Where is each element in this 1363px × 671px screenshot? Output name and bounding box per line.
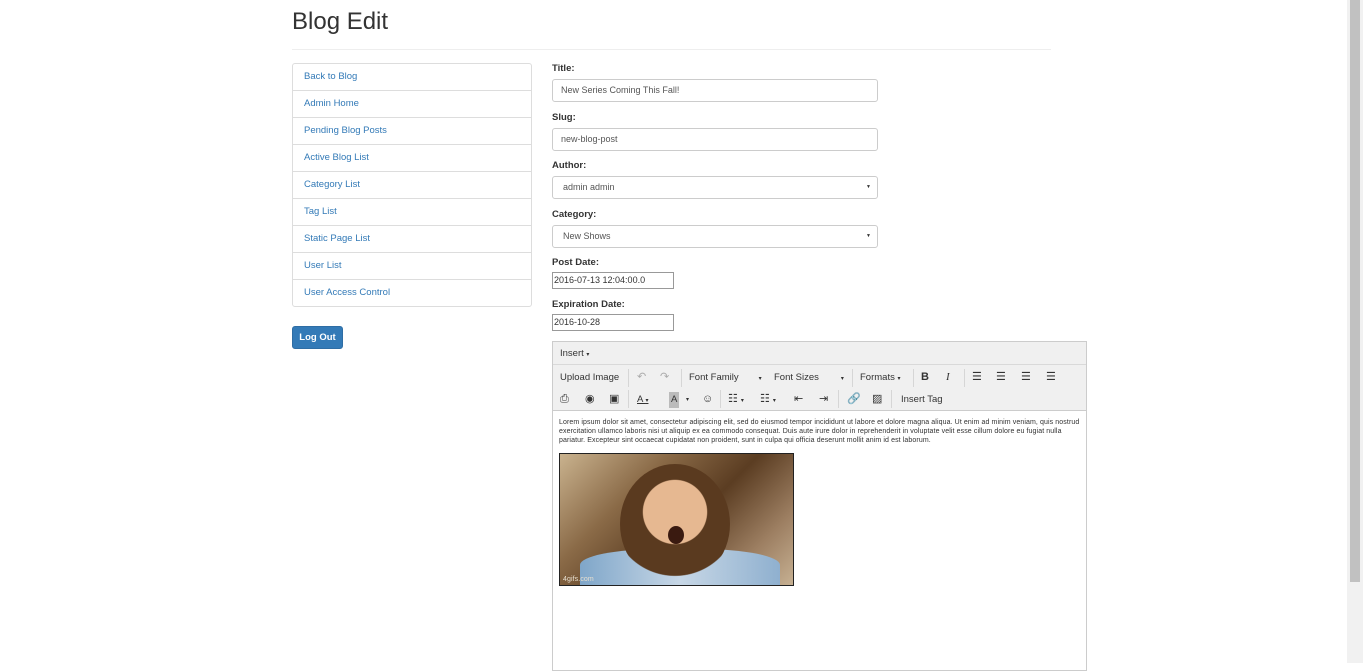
redo-icon[interactable]: ↷ — [660, 369, 669, 385]
image-mouth — [668, 526, 684, 544]
slug-label: Slug: — [552, 112, 576, 123]
media-icon[interactable]: ▣ — [609, 391, 619, 407]
editor-toolbar: Upload Image ↶ ↷ Font Family ▾ Font Sizes… — [553, 365, 1086, 411]
author-select[interactable]: admin admin ▼ — [552, 176, 878, 199]
bullet-list-icon[interactable]: ☷ ▾ — [728, 391, 744, 409]
post-date-input[interactable]: 2016-07-13 12:04:00.0 — [552, 272, 674, 289]
editor-content[interactable]: Lorem ipsum dolor sit amet, consectetur … — [553, 411, 1086, 593]
nav-tag-list[interactable]: Tag List — [292, 198, 532, 226]
insert-menu[interactable]: Insert ▾ — [560, 348, 589, 359]
expiration-date-input[interactable]: 2016-10-28 — [552, 314, 674, 331]
toolbar-separator — [852, 369, 853, 387]
post-date-label: Post Date: — [552, 257, 599, 268]
body-paragraph: Lorem ipsum dolor sit amet, consectetur … — [559, 419, 1080, 444]
image-face — [620, 464, 730, 584]
toolbar-separator — [720, 390, 721, 408]
slug-input[interactable]: new-blog-post — [552, 128, 878, 151]
chevron-down-icon: ▼ — [866, 184, 871, 190]
scrollbar-thumb[interactable] — [1350, 0, 1360, 582]
toolbar-separator — [964, 369, 965, 387]
align-right-icon[interactable]: ☰ — [1021, 369, 1031, 385]
nav-category-list[interactable]: Category List — [292, 171, 532, 199]
background-color-icon[interactable]: A — [669, 392, 680, 408]
toolbar-separator — [913, 369, 914, 387]
indent-icon[interactable]: ⇥ — [819, 391, 828, 407]
print-icon[interactable]: ⎙ — [560, 391, 569, 407]
italic-icon[interactable]: I — [946, 369, 950, 385]
toolbar-separator — [838, 390, 839, 408]
nav-admin-home[interactable]: Admin Home — [292, 90, 532, 118]
nav-pending-blog-posts[interactable]: Pending Blog Posts — [292, 117, 532, 145]
align-justify-icon[interactable]: ☰ — [1046, 369, 1056, 385]
toolbar-separator — [628, 390, 629, 408]
page-title: Blog Edit — [292, 8, 389, 35]
undo-icon[interactable]: ↶ — [637, 369, 646, 385]
author-label: Author: — [552, 160, 587, 171]
title-input[interactable]: New Series Coming This Fall! — [552, 79, 878, 102]
link-icon[interactable]: 🔗 — [847, 391, 861, 407]
title-label: Title: — [552, 63, 575, 74]
editor-menubar: Insert ▾ — [553, 342, 1086, 365]
chevron-down-icon[interactable]: ▾ — [686, 392, 689, 408]
align-left-icon[interactable]: ☰ — [972, 369, 982, 385]
formats-select[interactable]: Formats ▾ — [860, 370, 901, 387]
image-watermark: 4gifs.com — [563, 576, 594, 583]
font-sizes-select[interactable]: Font Sizes ▾ — [774, 370, 844, 387]
logout-button[interactable]: Log Out — [292, 326, 343, 349]
image-icon[interactable]: ▨ — [872, 391, 882, 407]
embedded-image[interactable]: 4gifs.com — [559, 453, 794, 586]
category-label: Category: — [552, 209, 597, 220]
font-family-select[interactable]: Font Family ▾ — [689, 370, 762, 387]
title-divider — [292, 49, 1051, 50]
insert-tag-button[interactable]: Insert Tag — [901, 392, 943, 408]
numbered-list-icon[interactable]: ☷ ▾ — [760, 391, 776, 409]
nav-active-blog-list[interactable]: Active Blog List — [292, 144, 532, 172]
admin-nav: Back to Blog Admin Home Pending Blog Pos… — [292, 63, 532, 307]
outdent-icon[interactable]: ⇤ — [794, 391, 803, 407]
bold-icon[interactable]: B — [921, 369, 929, 385]
chevron-down-icon: ▼ — [866, 233, 871, 239]
toolbar-separator — [628, 369, 629, 387]
page-scrollbar[interactable] — [1347, 0, 1363, 663]
rich-text-editor: Insert ▾ Upload Image ↶ ↷ Font Family ▾ F… — [552, 341, 1087, 671]
emoticon-icon[interactable]: ☺ — [702, 391, 713, 407]
nav-static-page-list[interactable]: Static Page List — [292, 225, 532, 253]
toolbar-separator — [891, 390, 892, 408]
toolbar-separator — [681, 369, 682, 387]
nav-user-list[interactable]: User List — [292, 252, 532, 280]
author-selected-value: admin admin — [563, 182, 615, 192]
text-color-icon[interactable]: A ▾ — [637, 392, 648, 409]
category-select[interactable]: New Shows ▼ — [552, 225, 878, 248]
nav-user-access-control[interactable]: User Access Control — [292, 279, 532, 307]
upload-image-button[interactable]: Upload Image — [560, 370, 619, 386]
expiration-date-label: Expiration Date: — [552, 299, 625, 310]
nav-back-to-blog[interactable]: Back to Blog — [292, 63, 532, 91]
preview-icon[interactable]: ◉ — [585, 391, 595, 407]
align-center-icon[interactable]: ☰ — [996, 369, 1006, 385]
category-selected-value: New Shows — [563, 231, 611, 241]
